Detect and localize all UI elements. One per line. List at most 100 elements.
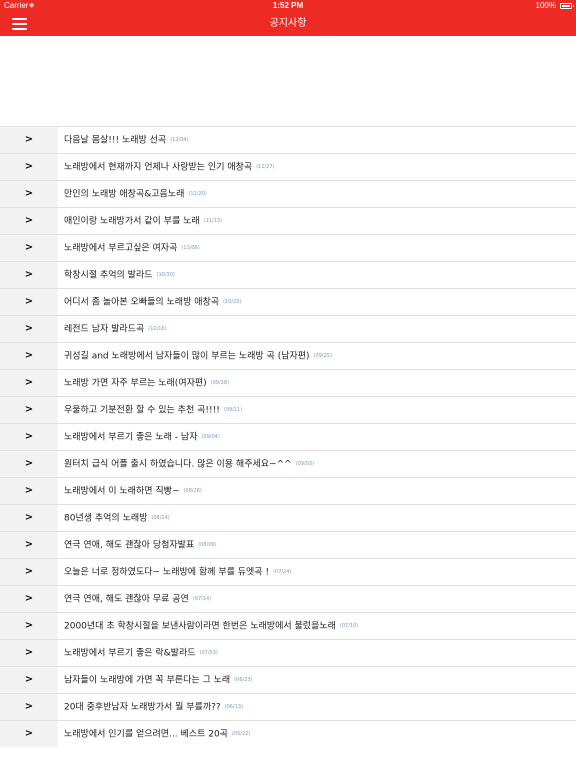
chevron-right-icon: > xyxy=(0,181,58,207)
notice-title: 연극 연애, 해도 괜찮아 무료 공연 xyxy=(64,594,189,605)
notice-title: 연극 연애, 해도 괜찮아 당첨자발표 xyxy=(64,540,195,551)
list-item[interactable]: > 원터치 급식 어플 출시 하였습니다. 많은 이용 해주세요~^^ (09/03… xyxy=(0,450,576,477)
list-item[interactable]: > 학창시절 추억의 발라드 (10/30) xyxy=(0,261,576,288)
notice-date: (09/03) xyxy=(295,461,314,467)
notice-title: 노래방에서 부르고싶은 여자곡 xyxy=(64,243,178,254)
chevron-right-icon: > xyxy=(0,451,58,477)
notice-date: (09/04) xyxy=(201,434,220,440)
list-item[interactable]: > 애인이랑 노래방가서 같이 부를 노래 (11/13) xyxy=(0,207,576,234)
list-item[interactable]: > 노래방 가면 자주 부르는 노래(여자편) (09/18) xyxy=(0,369,576,396)
notice-date: (09/18) xyxy=(210,380,229,386)
chevron-right-icon: > xyxy=(0,154,58,180)
chevron-right-icon: > xyxy=(0,559,58,585)
chevron-right-icon: > xyxy=(0,640,58,666)
notice-title: 다음날 몸살!!! 노래방 선곡 xyxy=(64,135,167,146)
notice-title: 80년생 추억의 노래방 xyxy=(64,513,148,524)
chevron-right-icon: > xyxy=(0,667,58,693)
notice-title: 애인이랑 노래방가서 같이 부를 노래 xyxy=(64,216,200,227)
navigation-bar: 공지사항 xyxy=(0,12,576,36)
notice-date: (08/06) xyxy=(198,542,217,548)
chevron-right-icon: > xyxy=(0,397,58,423)
list-item[interactable]: > 노래방에서 이 노래하면 직빵~ (08/28) xyxy=(0,477,576,504)
notice-title: 노래방에서 인기를 얻으려면... 베스트 20곡 xyxy=(64,729,228,740)
notice-date: (06/23) xyxy=(234,677,253,683)
chevron-right-icon: > xyxy=(0,235,58,261)
chevron-right-icon: > xyxy=(0,478,58,504)
notice-date: (11/20) xyxy=(188,191,207,197)
app-screen: Carrier ◈ 1:52 PM 100% 공지사항 > 다음날 몸살!!! 노… xyxy=(0,0,576,768)
chevron-right-icon: > xyxy=(0,127,58,153)
status-bar: Carrier ◈ 1:52 PM 100% xyxy=(0,0,576,12)
notice-title: 만인의 노래방 애창곡&고음노래 xyxy=(64,189,185,200)
notice-date: (11/13) xyxy=(203,218,222,224)
notice-title: 노래방 가면 자주 부르는 노래(여자편) xyxy=(64,378,207,389)
chevron-right-icon: > xyxy=(0,721,58,747)
notice-date: (11/06) xyxy=(181,245,200,251)
notice-title: 남자들이 노래방에 가면 꼭 부른다는 그 노래 xyxy=(64,675,231,686)
chevron-right-icon: > xyxy=(0,505,58,531)
notice-title: 우울하고 기분전환 할 수 있는 추천 곡!!!! xyxy=(64,405,220,416)
notice-date: (06/13) xyxy=(224,704,243,710)
battery-percent: 100% xyxy=(535,1,556,10)
list-item[interactable]: > 노래방에서 현재까지 언제나 사랑받는 인기 애창곡 (11/27) xyxy=(0,153,576,180)
notice-title: 노래방에서 부르기 좋은 노래 - 남자 xyxy=(64,432,198,443)
list-item[interactable]: > 다음날 몸살!!! 노래방 선곡 (12/04) xyxy=(0,126,576,153)
notice-title: 레전드 남자 발라드곡 xyxy=(64,324,145,335)
notice-date: (10/30) xyxy=(156,272,175,278)
chevron-right-icon: > xyxy=(0,694,58,720)
list-item[interactable]: >80년생 추억의 노래방 (08/14) xyxy=(0,504,576,531)
notice-date: (12/04) xyxy=(170,137,189,143)
notice-date: (10/16) xyxy=(148,326,167,332)
notice-date: (11/27) xyxy=(256,164,275,170)
list-item[interactable]: > 어디서 좀 놀아본 오빠들의 노래방 애창곡 (10/23) xyxy=(0,288,576,315)
page-title: 공지사항 xyxy=(269,18,307,29)
chevron-right-icon: > xyxy=(0,289,58,315)
notice-date: (08/14) xyxy=(151,515,170,521)
status-time: 1:52 PM xyxy=(272,1,304,10)
list-item[interactable]: > 연극 연애, 해도 괜찮아 당첨자발표 (08/06) xyxy=(0,531,576,558)
chevron-right-icon: > xyxy=(0,208,58,234)
notice-date: (10/23) xyxy=(223,299,242,305)
chevron-right-icon: > xyxy=(0,370,58,396)
notice-date: (08/28) xyxy=(183,488,202,494)
chevron-right-icon: > xyxy=(0,343,58,369)
battery-icon xyxy=(560,3,574,9)
list-item[interactable]: > 귀성길 and 노래방에서 남자들이 많이 부르는 노래방 곡 (남자편) (0… xyxy=(0,342,576,369)
list-item[interactable]: > 오늘은 너로 정하였도다~ 노래방에 함께 부를 듀엣곡 ! (07/24) xyxy=(0,558,576,585)
notice-date: (07/24) xyxy=(273,569,292,575)
list-item[interactable]: >20대 중후반남자 노래방가서 뭘 부를까?? (06/13) xyxy=(0,693,576,720)
list-item[interactable]: >2000년대 초 학창시절을 보낸사람이라면 한번은 노래방에서 불렀을노래(… xyxy=(0,612,576,639)
list-item[interactable]: > 연극 연애, 해도 괜찮아 무료 공연 (07/14) xyxy=(0,585,576,612)
notice-date: (09/11) xyxy=(223,407,243,413)
notice-title: 원터치 급식 어플 출시 하였습니다. 많은 이용 해주세요~^^ xyxy=(64,459,292,470)
chevron-right-icon: > xyxy=(0,613,58,639)
chevron-right-icon: > xyxy=(0,586,58,612)
list-item[interactable]: > 노래방에서 인기를 얻으려면... 베스트 20곡 (05/22) xyxy=(0,720,576,747)
notice-date: (07/03) xyxy=(199,650,218,656)
list-item[interactable]: > 남자들이 노래방에 가면 꼭 부른다는 그 노래 (06/23) xyxy=(0,666,576,693)
notice-title: 오늘은 너로 정하였도다~ 노래방에 함께 부를 듀엣곡 ! xyxy=(64,567,270,578)
notice-title: 노래방에서 부르기 좋은 락&발라드 xyxy=(64,648,196,659)
list-item[interactable]: > 노래방에서 부르기 좋은 락&발라드 (07/03) xyxy=(0,639,576,666)
chevron-right-icon: > xyxy=(0,424,58,450)
notice-title: 2000년대 초 학창시절을 보낸사람이라면 한번은 노래방에서 불렀을노래 xyxy=(64,621,336,632)
banner-area xyxy=(0,36,576,126)
notice-title: 학창시절 추억의 발라드 xyxy=(64,270,153,281)
notice-title: 노래방에서 현재까지 언제나 사랑받는 인기 애창곡 xyxy=(64,162,253,173)
notice-title: 어디서 좀 놀아본 오빠들의 노래방 애창곡 xyxy=(64,297,220,308)
notice-list: > 다음날 몸살!!! 노래방 선곡 (12/04) > 노래방에서 현재까지 언제나 … xyxy=(0,126,576,747)
list-item[interactable]: > 만인의 노래방 애창곡&고음노래 (11/20) xyxy=(0,180,576,207)
notice-date: (09/25) xyxy=(313,353,332,359)
notice-title: 귀성길 and 노래방에서 남자들이 많이 부르는 노래방 곡 (남자편) xyxy=(64,351,310,362)
list-item[interactable]: > 노래방에서 부르기 좋은 노래 - 남자 (09/04) xyxy=(0,423,576,450)
list-item[interactable]: > 우울하고 기분전환 할 수 있는 추천 곡!!!! (09/11) xyxy=(0,396,576,423)
chevron-right-icon: > xyxy=(0,262,58,288)
list-item[interactable]: > 레전드 남자 발라드곡 (10/16) xyxy=(0,315,576,342)
notice-date: (07/10) xyxy=(339,623,359,629)
list-item[interactable]: > 노래방에서 부르고싶은 여자곡 (11/06) xyxy=(0,234,576,261)
chevron-right-icon: > xyxy=(0,316,58,342)
notice-title: 노래방에서 이 노래하면 직빵~ xyxy=(64,486,180,497)
notice-date: (07/14) xyxy=(192,596,212,602)
notice-date: (05/22) xyxy=(231,731,251,737)
notice-title: 20대 중후반남자 노래방가서 뭘 부를까?? xyxy=(64,702,221,713)
